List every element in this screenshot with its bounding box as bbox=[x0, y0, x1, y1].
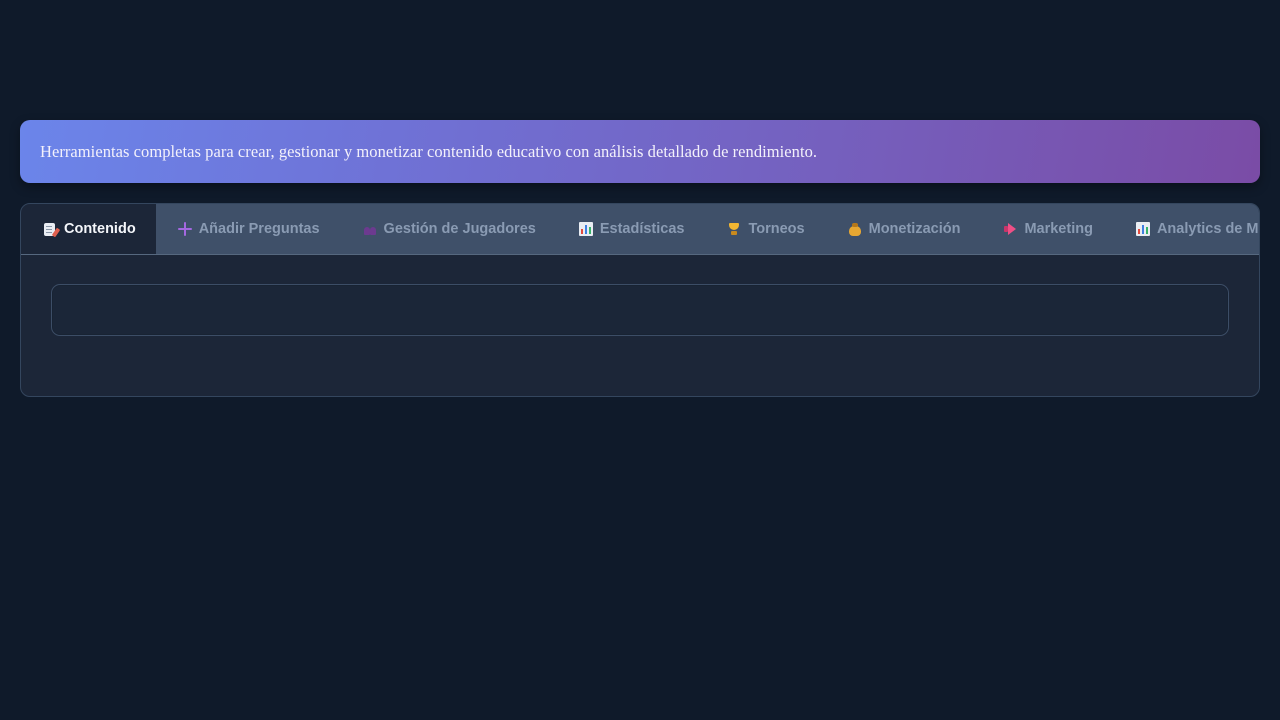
tab-contenido[interactable]: Contenido bbox=[21, 204, 156, 254]
tab-label: Monetización bbox=[868, 221, 961, 237]
plus-icon bbox=[177, 222, 192, 236]
tab-gestion-jugadores[interactable]: Gestión de Jugadores bbox=[341, 204, 557, 254]
banner-description: Herramientas completas para crear, gesti… bbox=[40, 141, 818, 161]
tab-torneos[interactable]: Torneos bbox=[705, 204, 825, 254]
tab-label: Analytics de Mercado bbox=[1156, 221, 1259, 237]
tab-label: Marketing bbox=[1024, 221, 1093, 237]
content-panel: Contenido Añadir Preguntas Gestión de Ju… bbox=[20, 203, 1260, 397]
tab-estadisticas[interactable]: Estadísticas bbox=[557, 204, 706, 254]
tab-label: Gestión de Jugadores bbox=[383, 221, 536, 237]
tab-content-area bbox=[51, 284, 1229, 336]
tab-bar: Contenido Añadir Preguntas Gestión de Ju… bbox=[21, 204, 1259, 255]
bar-chart-icon bbox=[1135, 222, 1150, 236]
memo-icon bbox=[44, 222, 55, 236]
tab-label: Añadir Preguntas bbox=[198, 221, 320, 237]
megaphone-icon bbox=[1003, 222, 1017, 236]
tab-marketing[interactable]: Marketing bbox=[981, 204, 1114, 254]
bar-chart-icon bbox=[578, 222, 593, 236]
tab-anadir-preguntas[interactable]: Añadir Preguntas bbox=[156, 204, 341, 254]
tab-label: Estadísticas bbox=[599, 221, 685, 237]
header-banner: Herramientas completas para crear, gesti… bbox=[20, 120, 1260, 183]
tab-analytics-mercado[interactable]: Analytics de Mercado bbox=[1114, 204, 1259, 254]
tab-monetizacion[interactable]: Monetización bbox=[826, 204, 982, 254]
tab-label: Contenido bbox=[64, 221, 136, 237]
people-icon bbox=[363, 222, 377, 236]
money-bag-icon bbox=[848, 222, 862, 236]
tab-label: Torneos bbox=[748, 221, 805, 237]
trophy-icon bbox=[727, 222, 741, 236]
